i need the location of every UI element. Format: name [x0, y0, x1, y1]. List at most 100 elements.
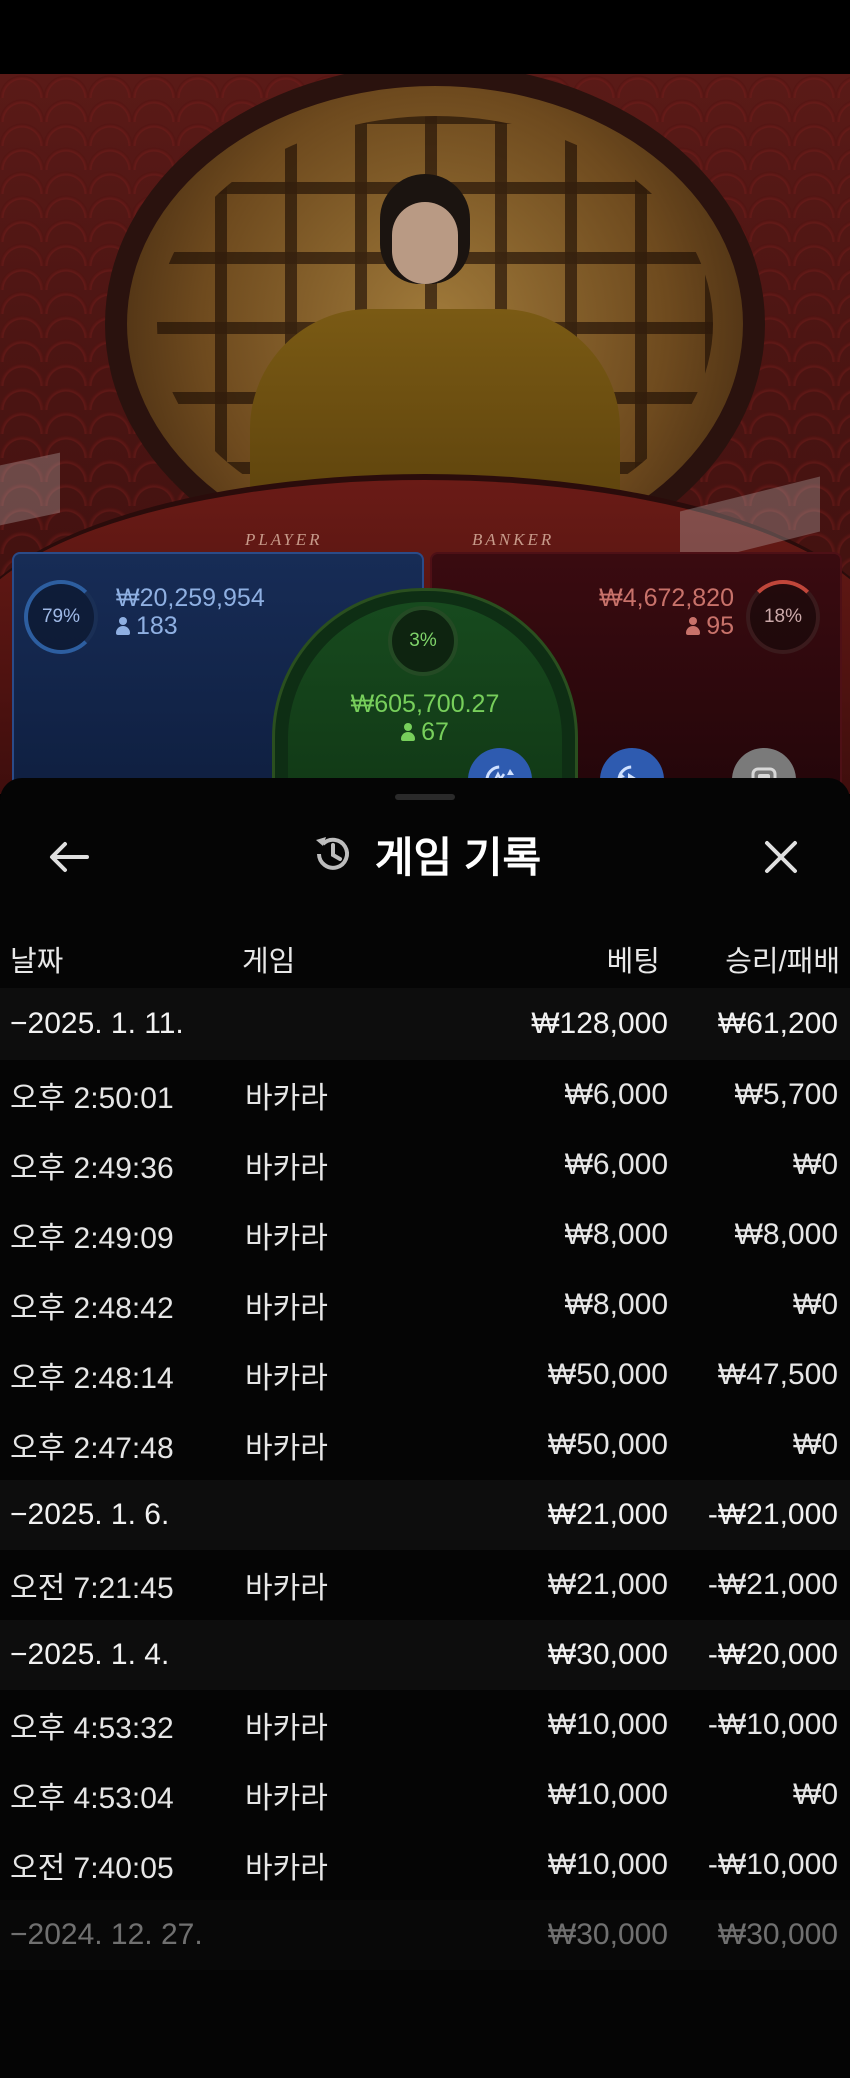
- history-table: −2025. 1. 11. ₩128,000 ₩61,200 오후 2:50:01 바카…: [0, 988, 850, 1970]
- row-date: 오후 2:50:01: [10, 1082, 174, 1115]
- banker-count: 95: [706, 612, 734, 640]
- date-group-row[interactable]: −2025. 1. 4. ₩30,000 -₩20,000: [0, 1620, 850, 1690]
- row-date: −2025. 1. 11.: [10, 1007, 184, 1040]
- row-date: 오후 2:48:14: [10, 1362, 174, 1395]
- back-button[interactable]: [44, 832, 94, 882]
- tie-count: 67: [421, 718, 449, 746]
- row-date: 오후 2:49:36: [10, 1152, 174, 1185]
- table-row[interactable]: 오후 2:49:36 바카라 ₩6,000 ₩0: [0, 1130, 850, 1200]
- column-header-bet: 베팅: [606, 946, 660, 978]
- row-bet: ₩10,000: [547, 1848, 668, 1881]
- tie-pool-amount: ₩605,700.27: [350, 690, 500, 718]
- row-date: −2025. 1. 4.: [10, 1638, 170, 1671]
- row-game: 바카라: [245, 1432, 328, 1465]
- row-winloss: ₩47,500: [717, 1358, 838, 1391]
- row-date: 오후 2:47:48: [10, 1432, 174, 1465]
- table-row[interactable]: 오후 2:49:09 바카라 ₩8,000 ₩8,000: [0, 1200, 850, 1270]
- date-group-row[interactable]: −2025. 1. 11. ₩128,000 ₩61,200: [0, 988, 850, 1060]
- table-row[interactable]: 오후 2:48:14 바카라 ₩50,000 ₩47,500: [0, 1340, 850, 1410]
- row-bet: ₩128,000: [531, 1007, 668, 1040]
- banker-pool-amount: ₩4,672,820: [599, 584, 734, 612]
- row-winloss: -₩21,000: [707, 1498, 838, 1531]
- table-label-banker: BANKER: [472, 530, 555, 549]
- tie-pool: ₩605,700.27 67: [300, 690, 550, 747]
- row-winloss: -₩10,000: [707, 1708, 838, 1741]
- row-winloss: ₩0: [793, 1428, 838, 1461]
- dealer-face: [392, 202, 458, 284]
- row-bet: ₩8,000: [564, 1288, 668, 1321]
- player-count: 183: [136, 612, 178, 640]
- page-title: 게임 기록: [374, 833, 542, 881]
- row-winloss: -₩20,000: [707, 1638, 838, 1671]
- row-bet: ₩10,000: [547, 1778, 668, 1811]
- row-winloss: ₩0: [793, 1288, 838, 1321]
- row-winloss: -₩10,000: [707, 1848, 838, 1881]
- card-shoe-left: [0, 452, 60, 526]
- sheet-drag-handle[interactable]: [395, 794, 455, 800]
- row-bet: ₩21,000: [547, 1568, 668, 1601]
- row-winloss: ₩0: [793, 1148, 838, 1181]
- row-date: −2024. 12. 27.: [10, 1918, 203, 1951]
- tie-percent: 3%: [409, 630, 437, 651]
- player-percent-ring: 79%: [24, 580, 98, 654]
- row-game: 바카라: [245, 1152, 328, 1185]
- row-winloss: ₩5,700: [734, 1078, 838, 1111]
- row-bet: ₩21,000: [547, 1498, 668, 1531]
- table-row[interactable]: 오전 7:40:05 바카라 ₩10,000 -₩10,000: [0, 1830, 850, 1900]
- table-label-player: PLAYER: [245, 530, 323, 549]
- table-row[interactable]: 오후 4:53:04 바카라 ₩10,000 ₩0: [0, 1760, 850, 1830]
- row-bet: ₩10,000: [547, 1708, 668, 1741]
- row-game: 바카라: [245, 1852, 328, 1885]
- row-game: 바카라: [245, 1362, 328, 1395]
- banker-percent: 18%: [763, 606, 803, 627]
- row-game: 바카라: [245, 1222, 328, 1255]
- sheet-header: 게임 기록: [0, 812, 850, 896]
- status-bar: [0, 0, 850, 74]
- row-game: 바카라: [245, 1572, 328, 1605]
- row-game: 바카라: [245, 1782, 328, 1815]
- close-button[interactable]: [756, 832, 806, 882]
- person-icon: [401, 723, 416, 741]
- table-row[interactable]: 오전 7:21:45 바카라 ₩21,000 -₩21,000: [0, 1550, 850, 1620]
- person-icon: [686, 617, 701, 635]
- row-winloss: ₩30,000: [717, 1918, 838, 1951]
- column-header-game: 게임: [242, 946, 296, 978]
- table-row[interactable]: 오후 4:53:32 바카라 ₩10,000 -₩10,000: [0, 1690, 850, 1760]
- date-group-row[interactable]: −2024. 12. 27. ₩30,000 ₩30,000: [0, 1900, 850, 1970]
- game-history-sheet: 게임 기록 날짜 게임 베팅 승리/패배 −2025. 1. 11. ₩128,0…: [0, 778, 850, 2078]
- row-winloss: -₩21,000: [707, 1568, 838, 1601]
- row-bet: ₩50,000: [547, 1358, 668, 1391]
- table-row[interactable]: 오후 2:47:48 바카라 ₩50,000 ₩0: [0, 1410, 850, 1480]
- row-winloss: ₩8,000: [734, 1218, 838, 1251]
- row-date: 오전 7:21:45: [10, 1572, 174, 1605]
- date-group-row[interactable]: −2025. 1. 6. ₩21,000 -₩21,000: [0, 1480, 850, 1550]
- tie-percent-ring: 3%: [388, 606, 458, 676]
- player-percent: 79%: [41, 606, 81, 627]
- table-row[interactable]: 오후 2:48:42 바카라 ₩8,000 ₩0: [0, 1270, 850, 1340]
- row-date: 오후 4:53:32: [10, 1712, 174, 1745]
- row-bet: ₩8,000: [564, 1218, 668, 1251]
- row-bet: ₩30,000: [547, 1918, 668, 1951]
- column-header-winloss: 승리/패배: [725, 946, 840, 978]
- row-bet: ₩6,000: [564, 1148, 668, 1181]
- row-date: 오후 2:48:42: [10, 1292, 174, 1325]
- table-row[interactable]: 오후 2:50:01 바카라 ₩6,000 ₩5,700: [0, 1060, 850, 1130]
- row-winloss: ₩0: [793, 1778, 838, 1811]
- arrow-left-icon: [50, 842, 89, 872]
- row-game: 바카라: [245, 1292, 328, 1325]
- player-pool-amount: ₩20,259,954: [116, 584, 265, 612]
- row-game: 바카라: [245, 1712, 328, 1745]
- column-header-date: 날짜: [10, 946, 64, 978]
- banker-pool: ₩4,672,820 95: [599, 584, 734, 641]
- row-date: 오전 7:40:05: [10, 1852, 174, 1885]
- sheet-title-wrap: 게임 기록: [0, 812, 850, 896]
- row-date: 오후 4:53:04: [10, 1782, 174, 1815]
- history-icon: [315, 837, 349, 870]
- close-icon: [765, 841, 797, 873]
- banker-percent-ring: 18%: [746, 580, 820, 654]
- row-bet: ₩6,000: [564, 1078, 668, 1111]
- row-winloss: ₩61,200: [717, 1007, 838, 1040]
- row-bet: ₩50,000: [547, 1428, 668, 1461]
- row-date: 오후 2:49:09: [10, 1222, 174, 1255]
- row-bet: ₩30,000: [547, 1638, 668, 1671]
